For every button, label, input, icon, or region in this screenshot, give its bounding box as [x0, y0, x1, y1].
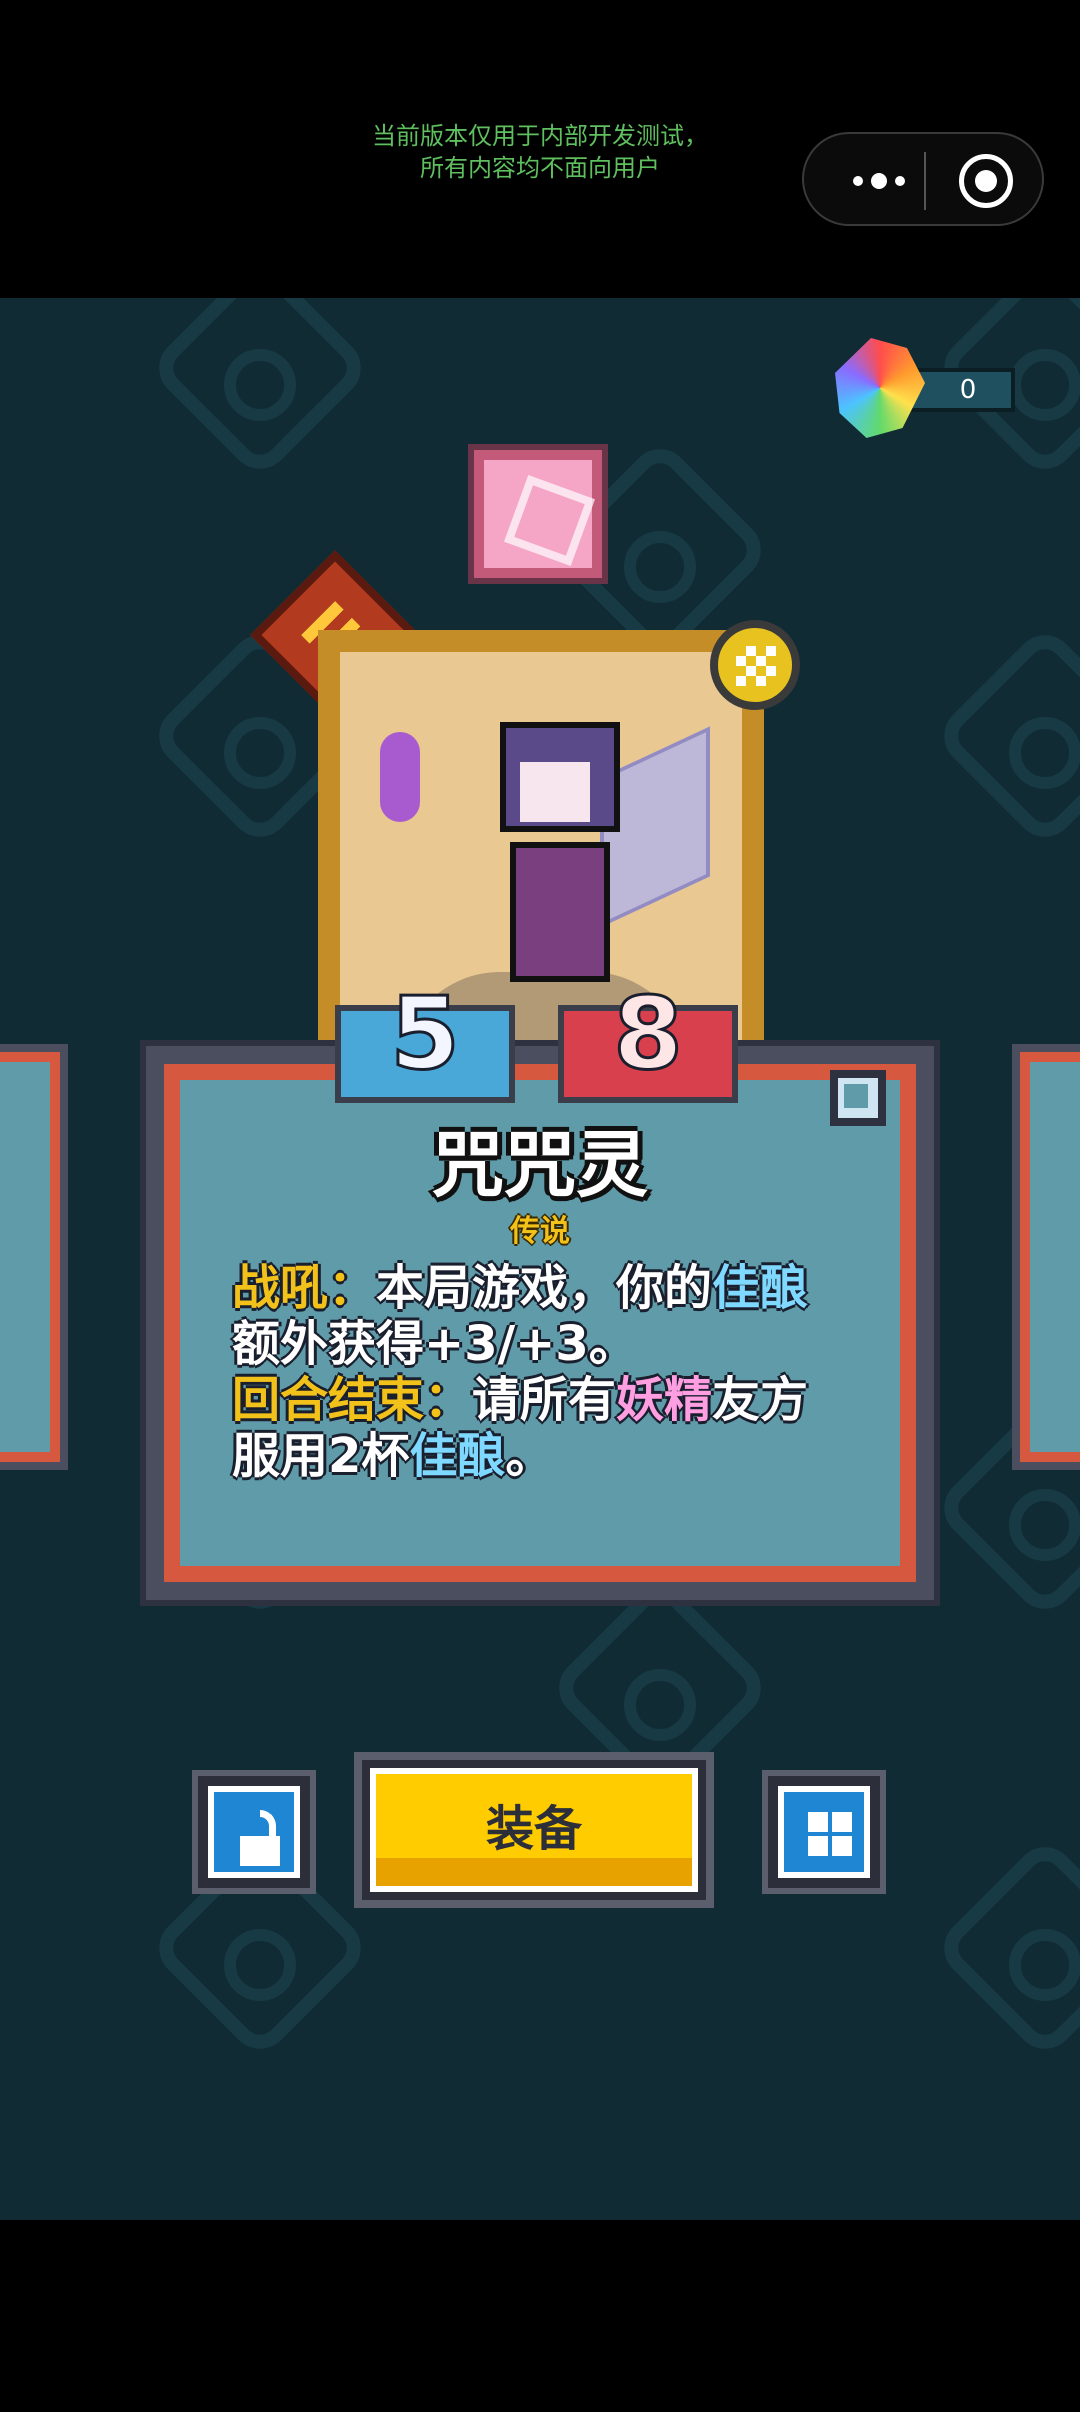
keyword-battlecry: 战吼： [232, 1260, 377, 1316]
magic-wisp-icon [380, 732, 420, 822]
fairy-face [520, 762, 590, 822]
gem-counter: 0 [835, 338, 1025, 438]
card-effect-text: 战吼：本局游戏，你的佳酿 额外获得+3/+3。 回合结束：请所有妖精友方 服用2… [232, 1260, 872, 1484]
card-name: 咒咒灵 [431, 1123, 648, 1207]
health-badge: 8 [558, 982, 738, 1103]
dev-notice-line2: 所有内容均不面向用户 [420, 154, 660, 182]
prev-card-peek[interactable] [0, 1044, 68, 1470]
effect-text: 额外获得+3/+3。 [232, 1316, 637, 1372]
dev-notice: 当前版本仅用于内部开发测试， 所有内容均不面向用户 [300, 120, 780, 184]
keyword-fairy: 妖精 [616, 1372, 713, 1428]
unlock-icon [208, 1786, 300, 1878]
card-rarity: 传说 [510, 1214, 570, 1249]
more-dots-icon[interactable] [834, 164, 924, 198]
effect-text: 请所有 [472, 1372, 617, 1428]
effect-line-1: 战吼：本局游戏，你的佳酿 [232, 1260, 872, 1316]
unlock-button[interactable] [192, 1770, 316, 1894]
pink-jar-icon [468, 444, 608, 584]
background-ornament [931, 622, 1080, 850]
background-ornament [146, 298, 374, 482]
rainbow-gem-icon [835, 338, 925, 438]
fairy-dress [510, 842, 610, 982]
equip-button-label: 装备 [485, 1801, 582, 1857]
effect-text: 友方 [712, 1372, 809, 1428]
attack-value: 5 [389, 975, 462, 1092]
effect-text: 服用2杯 [232, 1428, 410, 1484]
card-portrait [318, 630, 764, 1072]
card-tag-icon [830, 1070, 886, 1126]
golden-coin-icon [710, 620, 800, 710]
keyword-brew: 佳酿 [712, 1260, 809, 1316]
next-card-peek[interactable] [1012, 1044, 1080, 1470]
equip-button[interactable]: 装备 [354, 1752, 714, 1908]
grid-icon [778, 1786, 870, 1878]
keyword-brew: 佳酿 [409, 1428, 506, 1484]
background-ornament [931, 1834, 1080, 2062]
grid-view-button[interactable] [762, 1770, 886, 1894]
miniprogram-capsule [802, 132, 1044, 226]
effect-text: 。 [505, 1428, 554, 1484]
keyword-end-of-turn: 回合结束： [232, 1372, 473, 1428]
effect-line-3: 回合结束：请所有妖精友方 [232, 1372, 872, 1428]
fairy-character-art [490, 692, 710, 992]
dev-notice-line1: 当前版本仅用于内部开发测试， [372, 122, 708, 150]
effect-line-2: 额外获得+3/+3。 [232, 1316, 872, 1372]
effect-text: 本局游戏，你的 [376, 1260, 713, 1316]
attack-badge: 5 [335, 982, 515, 1103]
system-bar: 当前版本仅用于内部开发测试， 所有内容均不面向用户 [0, 0, 1080, 298]
capsule-divider [924, 152, 926, 210]
target-icon[interactable] [959, 154, 1013, 208]
effect-line-4: 服用2杯佳酿。 [232, 1428, 872, 1484]
health-value: 8 [612, 975, 685, 1092]
bottom-safe-area [0, 2220, 1080, 2412]
